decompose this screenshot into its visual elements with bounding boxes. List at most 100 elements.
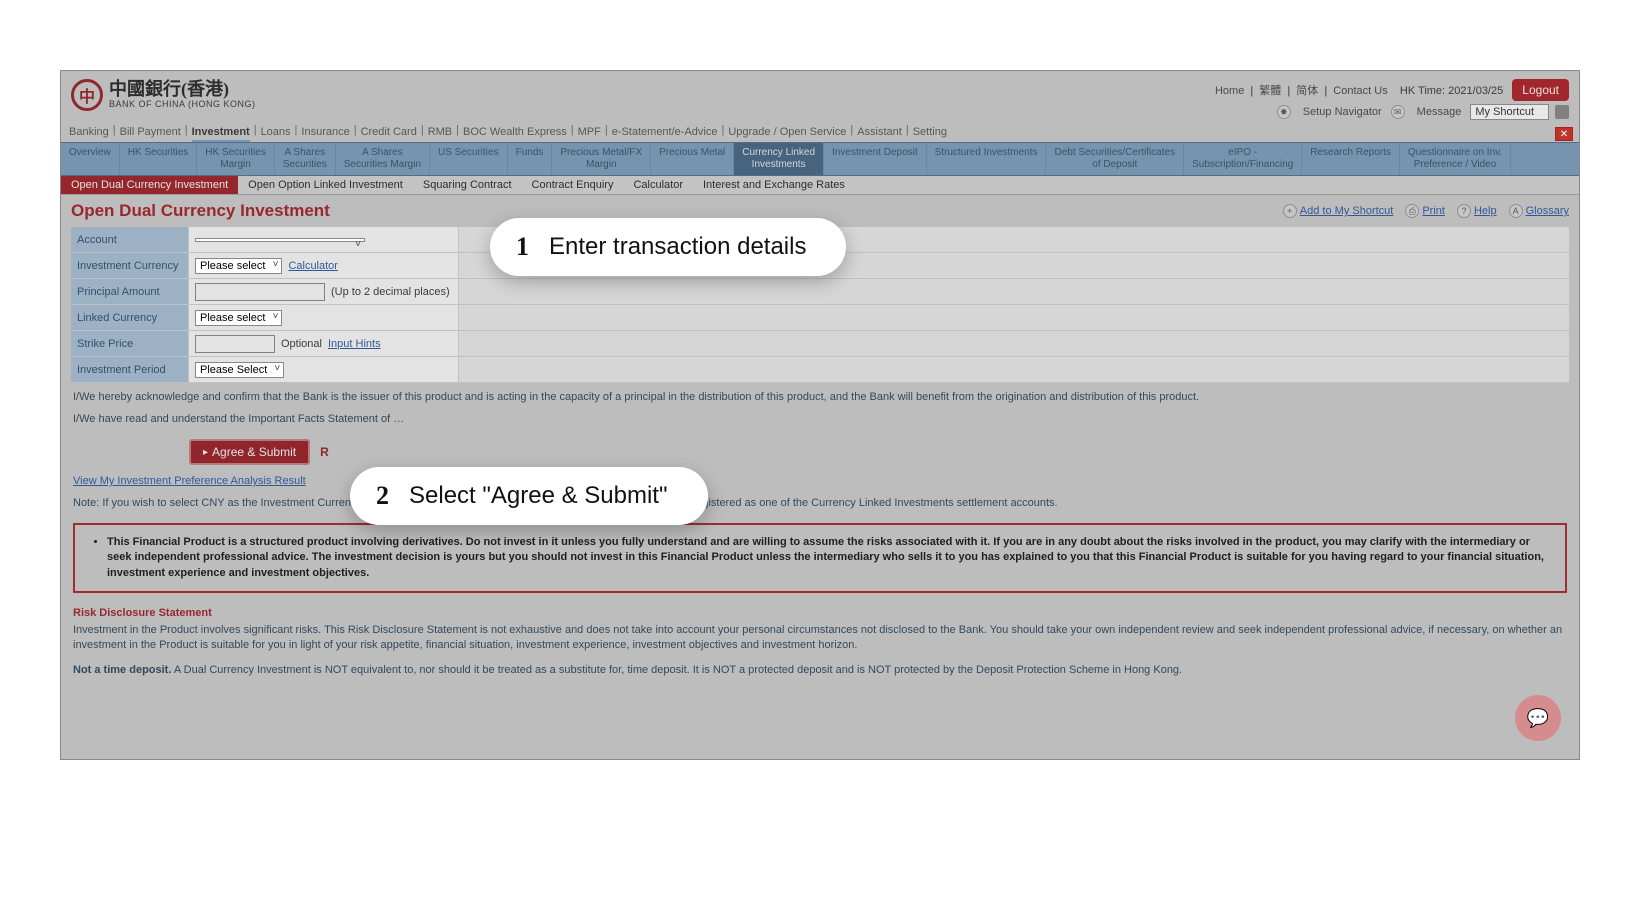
warning-text: This Financial Product is a structured p… [107,535,1547,581]
mainnav-item-assistant[interactable]: Assistant [857,124,902,142]
tab-5[interactable]: Interest and Exchange Rates [693,176,855,194]
confirm-p2: I/We have read and understand the Import… [73,413,1567,425]
subnav-item-12[interactable]: Debt Securities/Certificatesof Deposit [1046,143,1184,175]
chat-icon[interactable]: 💬 [1515,695,1561,741]
mainnav-item-rmb[interactable]: RMB [428,124,452,142]
link-home[interactable]: Home [1215,85,1244,97]
app-window: 中 中國銀行(香港) BANK OF CHINA (HONG KONG) Hom… [60,70,1580,760]
label-strike: Strike Price [71,331,189,356]
hktime-value: 2021/03/25 [1448,85,1503,97]
subnav-item-5[interactable]: US Securities [430,143,508,175]
mainnav-item-investment[interactable]: Investment [192,124,250,142]
brand-en: BANK OF CHINA (HONG KONG) [109,100,256,110]
print-icon: ⎙ [1405,204,1419,218]
select-inv-ccy[interactable]: Please select [195,258,282,274]
subnav-item-13[interactable]: eIPO -Subscription/Financing [1184,143,1302,175]
mainnav-item-setting[interactable]: Setting [913,124,947,142]
subnav-item-2[interactable]: HK SecuritiesMargin [197,143,275,175]
callout-1: 1 Enter transaction details [490,218,846,276]
link-pref-analysis[interactable]: View My Investment Preference Analysis R… [61,475,318,487]
mainnav-item-upgrade-open-service[interactable]: Upgrade / Open Service [728,124,846,142]
input-principal[interactable] [195,283,325,301]
subnav-item-6[interactable]: Funds [508,143,553,175]
label-period: Investment Period [71,357,189,382]
hint-optional: Optional [281,338,322,350]
callout-2: 2 Select "Agree & Submit" [350,467,708,525]
select-period[interactable]: Please Select [195,362,284,378]
link-contact[interactable]: Contact Us [1333,85,1387,97]
page-title: Open Dual Currency Investment [71,201,330,221]
mainnav-item-e-statement-e-advice[interactable]: e-Statement/e-Advice [612,124,718,142]
link-setup-navigator[interactable]: Setup Navigator [1303,106,1382,118]
mainnav-item-insurance[interactable]: Insurance [301,124,349,142]
mainnav-item-boc-wealth-express[interactable]: BOC Wealth Express [463,124,567,142]
link-calculator[interactable]: Calculator [288,260,338,272]
label-principal: Principal Amount [71,279,189,304]
link-print[interactable]: Print [1422,205,1445,217]
callout-1-num: 1 [516,232,529,262]
mainnav-item-mpf[interactable]: MPF [578,124,601,142]
shortcut-go-button[interactable] [1555,105,1569,119]
note-text: Note: If you wish to select CNY as the I… [61,487,1579,517]
bank-logo-icon: 中 [71,79,103,111]
link-input-hints[interactable]: Input Hints [328,338,381,350]
callout-2-text: Select "Agree & Submit" [409,482,668,510]
link-sc[interactable]: 简体 [1296,85,1318,97]
risk-p1: Investment in the Product involves signi… [73,623,1567,653]
mainnav-item-bill-payment[interactable]: Bill Payment [120,124,181,142]
agree-submit-button[interactable]: Agree & Submit [189,439,310,465]
link-tc[interactable]: 繁體 [1259,85,1281,97]
add-shortcut-icon: + [1283,204,1297,218]
tab-2[interactable]: Squaring Contract [413,176,522,194]
glossary-icon: A [1509,204,1523,218]
hint-principal: (Up to 2 decimal places) [331,286,450,298]
tab-4[interactable]: Calculator [623,176,693,194]
risk-title: Risk Disclosure Statement [73,607,1567,619]
tab-0[interactable]: Open Dual Currency Investment [61,176,238,194]
subnav-item-10[interactable]: Investment Deposit [824,143,927,175]
mainnav-item-credit-card[interactable]: Credit Card [361,124,417,142]
link-add-shortcut[interactable]: Add to My Shortcut [1300,205,1394,217]
callout-1-text: Enter transaction details [549,233,806,261]
subnav-item-0[interactable]: Overview [61,143,120,175]
mainnav-item-loans[interactable]: Loans [261,124,291,142]
label-linked-ccy: Linked Currency [71,305,189,330]
link-glossary[interactable]: Glossary [1526,205,1569,217]
subnav-item-4[interactable]: A SharesSecurities Margin [336,143,430,175]
risk-p2: Not a time deposit. A Dual Currency Inve… [73,663,1567,678]
select-linked-ccy[interactable]: Please select [195,310,282,326]
header: 中 中國銀行(香港) BANK OF CHINA (HONG KONG) Hom… [61,71,1579,124]
help-icon: ? [1457,204,1471,218]
mainnav-item-banking[interactable]: Banking [69,124,109,142]
subnav-item-9[interactable]: Currency LinkedInvestments [734,143,824,175]
subnav-item-15[interactable]: Questionnaire on Inv.Preference / Video [1400,143,1511,175]
tab-1[interactable]: Open Option Linked Investment [238,176,413,194]
subnav-item-8[interactable]: Precious Metal [651,143,734,175]
subnav-item-11[interactable]: Structured Investments [927,143,1047,175]
tab-bar: Open Dual Currency InvestmentOpen Option… [61,176,1579,195]
subnav-item-14[interactable]: Research Reports [1302,143,1400,175]
subnav-item-3[interactable]: A SharesSecurities [275,143,336,175]
callout-2-num: 2 [376,481,389,511]
confirm-p1: I/We hereby acknowledge and confirm that… [73,391,1567,403]
logout-button[interactable]: Logout [1512,79,1569,101]
reset-button-partial[interactable]: R [318,441,331,463]
tab-3[interactable]: Contract Enquiry [522,176,624,194]
page-tools: +Add to My Shortcut ⎙Print ?Help AGlossa… [1283,204,1569,218]
warning-box: This Financial Product is a structured p… [73,523,1567,593]
mail-icon: ✉ [1391,105,1405,119]
my-shortcut-select[interactable]: My Shortcut [1470,104,1549,120]
hktime-label: HK Time: [1400,85,1445,97]
link-help[interactable]: Help [1474,205,1497,217]
subnav-item-1[interactable]: HK Securities [120,143,198,175]
input-strike[interactable] [195,335,275,353]
brand-logo: 中 中國銀行(香港) BANK OF CHINA (HONG KONG) [71,79,256,111]
confirm-text: I/We hereby acknowledge and confirm that… [61,383,1579,439]
close-icon[interactable]: ✕ [1555,127,1573,141]
link-message[interactable]: Message [1417,106,1462,118]
select-account[interactable] [195,238,365,242]
label-inv-ccy: Investment Currency [71,253,189,278]
subnav-item-7[interactable]: Precious Metal/FXMargin [552,143,651,175]
brand-cn: 中國銀行(香港) [109,80,256,100]
top-links: Home | 繁體 | 简体 | Contact Us HK Time: 202… [1212,79,1569,120]
